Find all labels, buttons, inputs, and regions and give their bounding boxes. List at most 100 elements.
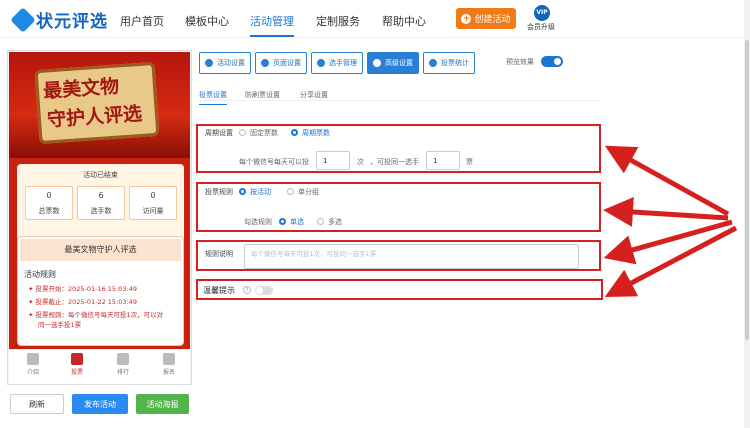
tab-vote-settings[interactable]: 投票设置: [199, 90, 227, 105]
home-icon: [71, 353, 83, 365]
arrow-to-rules: [603, 196, 729, 227]
mobile-preview: 最美文物 守护人评选 活动已结束 0 总票数 6 选手数 0 访问量 最美文物守…: [7, 50, 192, 385]
stat-players: 6 选手数: [77, 186, 125, 220]
option-single-choice: 单选: [290, 218, 304, 226]
activity-poster-button[interactable]: 活动海报: [136, 394, 189, 414]
bar-chart-icon: [429, 59, 437, 67]
star-icon: ✦: [28, 311, 34, 319]
refresh-button[interactable]: 刷新: [10, 394, 64, 414]
option-multi-choice: 多选: [328, 218, 342, 226]
radio-by-activity[interactable]: [239, 188, 246, 195]
preview-effect-label: 预览效果: [506, 58, 534, 66]
create-activity-button[interactable]: + 创建活动: [456, 8, 516, 29]
vip-upgrade[interactable]: VIP 会员升级: [527, 5, 557, 31]
tips-label: 温馨提示: [203, 286, 235, 295]
logo-cube-icon: [10, 6, 36, 33]
publish-activity-button[interactable]: 发布活动: [72, 394, 128, 414]
scrollbar-thumb[interactable]: [745, 40, 749, 340]
event-title: 最美文物守护人评选: [20, 239, 181, 261]
tab-intro[interactable]: 介绍: [15, 353, 51, 376]
sliders-icon: [373, 59, 381, 67]
vip-label: 会员升级: [527, 23, 555, 31]
nav-item-custom-service[interactable]: 定制服务: [316, 13, 360, 29]
per-player-input[interactable]: 1: [426, 151, 460, 170]
stat-label: 访问量: [142, 207, 164, 215]
per-day-prefix: 每个微信号每天可以投: [239, 158, 309, 166]
per-player-unit: 票: [466, 158, 473, 166]
vote-rules-label: 投票规则: [205, 188, 233, 196]
stat-label: 选手数: [90, 207, 112, 215]
advanced-settings-button[interactable]: 高级设置: [367, 52, 419, 74]
preview-tab-bar: 介绍 投票 排行 报名: [9, 349, 190, 384]
radio-single-choice[interactable]: [279, 218, 286, 225]
help-icon[interactable]: ?: [243, 286, 251, 294]
tab-signup[interactable]: 报名: [151, 353, 187, 376]
tab-label: 排行: [116, 369, 129, 376]
stat-total-votes: 0 总票数: [25, 186, 73, 220]
tab-anti-fraud-settings[interactable]: 防刷票设置: [245, 90, 280, 100]
tips-toggle[interactable]: [255, 286, 273, 295]
per-player-prefix: ，可投同一选手: [370, 158, 419, 166]
person-icon: [163, 353, 175, 365]
nav-item-home[interactable]: 用户首页: [120, 13, 164, 29]
player-management-button[interactable]: 选手管理: [311, 52, 363, 74]
radio-single-group[interactable]: [287, 188, 294, 195]
nav-item-templates[interactable]: 模板中心: [185, 13, 229, 29]
preview-effect-toggle[interactable]: [541, 56, 563, 67]
vote-statistics-button[interactable]: 投票统计: [423, 52, 475, 74]
tab-vote[interactable]: 投票: [59, 353, 95, 376]
page-scrollbar[interactable]: [744, 0, 750, 428]
activity-status: 活动已结束: [83, 171, 118, 179]
nav-item-activity-management[interactable]: 活动管理: [250, 13, 294, 37]
button-label: 高级设置: [385, 59, 413, 67]
top-bar: 状元评选 用户首页 模板中心 活动管理 定制服务 帮助中心 + 创建活动 VIP…: [0, 0, 750, 38]
button-label: 选手管理: [329, 59, 357, 67]
nav-item-help[interactable]: 帮助中心: [382, 13, 426, 29]
star-icon: ✦: [28, 298, 34, 306]
activity-settings-button[interactable]: 活动设置: [199, 52, 251, 74]
vip-icon: VIP: [534, 5, 550, 21]
stat-value: 0: [46, 191, 52, 200]
rule-line: 同一选手投1票: [38, 321, 82, 329]
settings-icon: [261, 59, 269, 67]
stat-visits: 0 访问量: [129, 186, 177, 220]
rule-text: 投票规则：每个微信号每天可投1次，可以对: [35, 311, 164, 319]
event-card: 最美文物守护人评选 活动规则 ✦ 投票开始：2025-01-16 15:03:49…: [17, 236, 184, 346]
radio-periodic-votes[interactable]: [291, 129, 298, 136]
page-settings-button[interactable]: 页面设置: [255, 52, 307, 74]
brand-logo[interactable]: 状元评选: [10, 6, 108, 33]
gear-icon: [205, 59, 213, 67]
period-settings-label: 周期设置: [205, 129, 233, 137]
stat-value: 0: [150, 191, 156, 200]
radio-multi-choice[interactable]: [317, 218, 324, 225]
rule-description-textarea[interactable]: 每个微信号每天可投1次，可投同一选手1票: [244, 244, 579, 269]
option-single-group: 单分组: [298, 188, 319, 196]
banner-title-line1: 最美文物: [42, 75, 120, 103]
tab-ranking[interactable]: 排行: [105, 353, 141, 376]
rule-line: ✦ 投票开始：2025-01-16 15:03:49: [28, 285, 137, 294]
per-day-input[interactable]: 1: [316, 151, 350, 170]
button-label: 投票统计: [441, 59, 469, 67]
rule-line: ✦ 投票规则：每个微信号每天可投1次，可以对: [28, 311, 163, 320]
button-label: 页面设置: [273, 59, 301, 67]
arrow-to-period: [604, 145, 730, 217]
rule-description-label: 规则说明: [205, 250, 233, 258]
tab-share-settings[interactable]: 分享设置: [300, 90, 328, 100]
users-icon: [317, 59, 325, 67]
option-by-activity: 按活动: [250, 188, 271, 196]
brand-name: 状元评选: [36, 12, 108, 32]
rule-line: ✦ 投票截止：2025-01-22 15:03:49: [28, 298, 137, 307]
annotation-arrows: [603, 145, 738, 297]
option-fixed-votes: 固定票数: [250, 129, 278, 137]
rules-heading: 活动规则: [24, 270, 56, 279]
crown-icon: [117, 353, 129, 365]
document-icon: [27, 353, 39, 365]
rule-text: 投票开始：2025-01-16 15:03:49: [35, 285, 137, 293]
tab-label: 投票: [70, 369, 83, 376]
radio-fixed-votes[interactable]: [239, 129, 246, 136]
check-rule-label: 勾选规则: [244, 218, 272, 226]
button-label: 活动设置: [217, 59, 245, 67]
preview-banner: 最美文物 守护人评选: [9, 52, 190, 158]
create-activity-label: 创建活动: [474, 15, 511, 25]
tab-label: 报名: [162, 369, 175, 376]
